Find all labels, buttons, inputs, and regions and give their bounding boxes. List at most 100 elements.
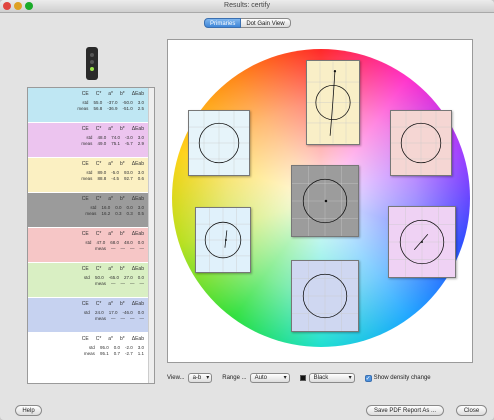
row-value: 0.3 <box>115 211 122 216</box>
row-value: 89.0 <box>97 170 107 175</box>
row-value: 55.0 <box>93 100 103 105</box>
row-key: meas <box>94 246 106 251</box>
results-window: Results: certify Primaries Dot Gain View… <box>0 0 494 420</box>
header-dab: ΔEab <box>131 91 144 97</box>
patch-list[interactable]: CE C* a* b* ΔEab std 55.0 -37.0 -50.0 3.0 meas 56.8… <box>27 87 155 384</box>
row-key: std <box>88 345 95 350</box>
row-value: 47.0 <box>96 240 106 245</box>
patch-card[interactable]: CE C* a* b* ΔEab std 89.0 -5.0 93.0 3.0 meas 88.8 -4… <box>28 158 154 193</box>
save-pdf-button[interactable]: Save PDF Report As ... <box>366 405 444 416</box>
row-value: — <box>120 281 126 286</box>
channel-select[interactable]: Black <box>308 373 355 383</box>
patch-header: CE C* a* b* ΔEab <box>66 196 148 202</box>
title-bar: Results: certify <box>0 0 494 13</box>
subplot-magenta <box>388 206 456 278</box>
patch-row-meas: meas 49.0 75.1 -5.7 2.9 <box>66 141 148 146</box>
header-ce: CE <box>81 196 89 202</box>
header-b: b* <box>120 231 125 237</box>
row-value: -51.0 <box>122 106 133 111</box>
row-value: 0.5 <box>137 211 144 216</box>
range-select[interactable]: Auto <box>249 373 290 383</box>
patch-header: CE C* a* b* ΔEab <box>66 91 148 97</box>
patch-header: CE C* a* b* ΔEab <box>66 161 148 167</box>
patch-row-meas: meas — — — — <box>66 246 148 251</box>
row-value: 27.0 <box>123 275 133 280</box>
tab-dot-gain-view[interactable]: Dot Gain View <box>241 18 291 28</box>
subplot-black <box>291 165 359 237</box>
measurement-device-icon <box>86 47 98 80</box>
header-ce: CE <box>81 266 89 272</box>
row-value: 16.2 <box>101 211 111 216</box>
row-value: -36.9 <box>107 106 118 111</box>
row-key: meas <box>94 316 106 321</box>
row-value: 0.7 <box>113 351 120 356</box>
row-value: -2.0 <box>124 345 133 350</box>
row-value: 2.9 <box>137 141 144 146</box>
patch-card[interactable]: CE C* a* b* ΔEab std 24.0 17.0 -46.0 0.0 meas — — — — <box>28 298 154 333</box>
row-value: 75.1 <box>111 141 120 146</box>
header-ce: CE <box>81 336 89 342</box>
header-c: C* <box>95 266 102 272</box>
patch-row-std: std 95.0 0.0 -2.0 3.0 <box>66 345 148 350</box>
row-value: — <box>130 246 135 251</box>
row-value: 49.0 <box>97 141 107 146</box>
subplot-blue <box>291 260 359 332</box>
patch-list-scrollbar[interactable] <box>148 88 154 383</box>
header-b: b* <box>120 301 125 307</box>
patch-card[interactable]: CE C* a* b* ΔEab std 55.0 -37.0 -50.0 3.0 meas 56.8… <box>28 88 154 123</box>
subplot-blue-light <box>195 207 251 273</box>
patch-card[interactable]: CE C* a* b* ΔEab std 50.0 -65.0 27.0 0.0 meas — — — — <box>28 263 154 298</box>
header-ce: CE <box>81 301 89 307</box>
header-a: a* <box>108 196 114 202</box>
patch-row-meas: meas — — — — <box>66 281 148 286</box>
row-value: -5.7 <box>124 141 133 146</box>
row-key: std <box>83 310 90 315</box>
row-value: 0.6 <box>137 176 144 181</box>
patch-card[interactable]: CE C* a* b* ΔEab std 16.0 0.0 0.0 3.0 meas 16.2 0.3 0… <box>28 193 154 228</box>
header-b: b* <box>120 91 125 97</box>
header-a: a* <box>108 161 114 167</box>
patch-card[interactable]: CE C* a* b* ΔEab std 95.0 0.0 -2.0 3.0 meas 95.1 0.7… <box>28 333 154 368</box>
row-key: meas <box>94 281 106 286</box>
row-value: 50.0 <box>94 275 104 280</box>
header-a: a* <box>108 301 114 307</box>
patch-row-std: std 47.0 68.0 48.0 0.0 <box>66 240 148 245</box>
plot-panel <box>167 39 473 363</box>
row-value: 3.0 <box>137 170 144 175</box>
row-value: 93.0 <box>123 170 133 175</box>
header-a: a* <box>108 91 114 97</box>
header-dab: ΔEab <box>131 301 144 307</box>
view-label: View... <box>167 375 185 381</box>
density-checkbox[interactable]: ✓ <box>364 374 372 382</box>
row-value: 3.0 <box>137 135 144 140</box>
row-value: 0.0 <box>137 240 144 245</box>
row-key: meas <box>81 141 93 146</box>
row-value: 92.7 <box>123 176 133 181</box>
subplot-cyan <box>188 110 250 176</box>
row-value: 74.0 <box>111 135 120 140</box>
row-value: -65.0 <box>108 275 119 280</box>
view-select[interactable]: a-b <box>187 373 213 383</box>
row-value: -5.0 <box>111 170 119 175</box>
plot-controls: View... a-b Range ... Auto Black ✓ Show … <box>167 372 487 384</box>
row-value: — <box>120 246 126 251</box>
close-button[interactable]: Close <box>456 405 487 416</box>
patch-card[interactable]: CE C* a* b* ΔEab std 48.0 74.0 -3.0 3.0 meas 49.0 75… <box>28 123 154 158</box>
patch-row-meas: meas 88.8 -4.5 92.7 0.6 <box>66 176 148 181</box>
patch-header: CE C* a* b* ΔEab <box>66 231 148 237</box>
row-value: 88.8 <box>97 176 107 181</box>
patch-card[interactable]: CE C* a* b* ΔEab std 47.0 68.0 48.0 0.0 meas — — — — <box>28 228 154 263</box>
header-c: C* <box>95 91 102 97</box>
row-key: std <box>86 170 93 175</box>
header-dab: ΔEab <box>131 336 144 342</box>
header-c: C* <box>95 161 102 167</box>
row-value: -46.0 <box>122 310 133 315</box>
density-label: Show density change <box>373 375 431 381</box>
row-value: -50.0 <box>122 100 133 105</box>
patch-row-meas: meas 95.1 0.7 -2.7 1.1 <box>66 351 148 356</box>
row-value: 56.8 <box>93 106 103 111</box>
header-c: C* <box>95 126 102 132</box>
help-button[interactable]: Help <box>15 405 42 416</box>
tab-primaries[interactable]: Primaries <box>204 18 242 28</box>
patch-row-std: std 89.0 -5.0 93.0 3.0 <box>66 170 148 175</box>
